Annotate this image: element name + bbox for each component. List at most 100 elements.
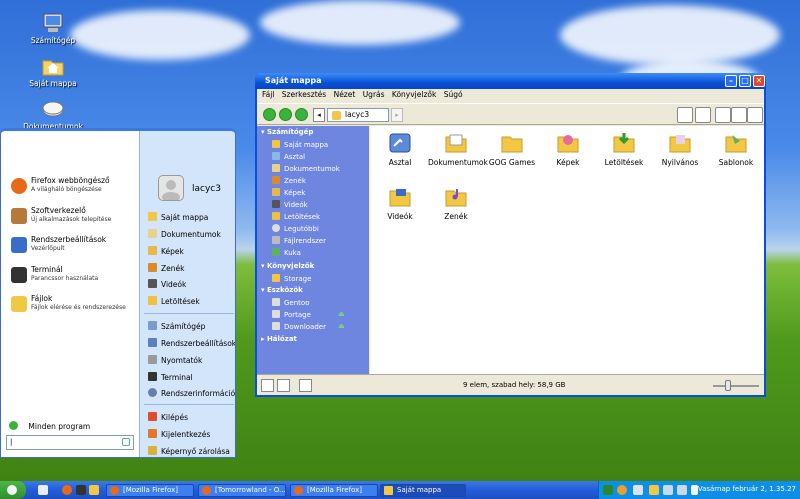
update-icon[interactable] [617, 485, 627, 495]
sidebar-item[interactable]: Legutóbbi [272, 224, 319, 233]
menu-file[interactable]: Fájl [262, 90, 274, 99]
start-button[interactable] [0, 481, 26, 499]
file-item[interactable]: Letöltések [596, 132, 652, 167]
sidebar-header-computer[interactable]: ▾ Számítógép [261, 128, 313, 136]
system-terminal[interactable]: Terminal [148, 372, 193, 386]
clock[interactable]: Vasárnap február 2, 1.35.27 [698, 485, 796, 493]
sidebar-item[interactable]: Képek [272, 188, 305, 197]
maximize-button[interactable]: □ [739, 75, 751, 87]
network-icon[interactable] [677, 485, 687, 495]
search-files-button[interactable] [695, 107, 711, 123]
file-item[interactable]: Zenék [428, 186, 484, 221]
task-file-manager[interactable]: Saját mappa [380, 484, 466, 497]
task-firefox-2[interactable]: [Tomorrowland - O... [198, 484, 286, 497]
place-pictures[interactable]: Képek [148, 246, 184, 260]
tree-view-button[interactable] [277, 379, 290, 392]
task-firefox-1[interactable]: [Mozilla Firefox] [106, 484, 194, 497]
system-info[interactable]: Rendszerinformációk [148, 388, 235, 402]
file-item[interactable]: Asztal [372, 132, 428, 167]
menu-go[interactable]: Ugrás [363, 90, 385, 99]
terminal-icon[interactable] [76, 485, 86, 495]
app-tray-icon[interactable] [603, 485, 613, 495]
zoom-slider[interactable] [713, 380, 759, 391]
app-firefox[interactable]: Firefox webböngésző A világháló böngészé… [9, 175, 137, 201]
compact-view-button[interactable] [747, 107, 763, 123]
desktop-icon-documents[interactable]: Dokumentumok [23, 98, 83, 131]
session-quit[interactable]: Kilépés [148, 412, 188, 426]
eject-icon[interactable]: ⏏ [338, 322, 345, 330]
system-settings[interactable]: Rendszerbeállítások [148, 338, 235, 352]
menu-edit[interactable]: Szerkesztés [282, 90, 326, 99]
sidebar-item[interactable]: Zenék [272, 176, 306, 185]
session-logout[interactable]: Kijelentkezés [148, 429, 210, 443]
toolbar: ◂ lacyc3 ▸ [257, 103, 764, 125]
location-button[interactable]: lacyc3 [327, 108, 389, 122]
user-icon[interactable] [663, 485, 673, 495]
app-control-panel[interactable]: Rendszerbeállítások Vezérlőpult [9, 234, 137, 260]
file-item[interactable]: Képek [540, 132, 596, 167]
app-software-manager[interactable]: Szoftverkezelő Új alkalmazások telepítés… [9, 205, 137, 231]
firefox-icon [11, 178, 27, 194]
file-item[interactable]: Dokumentumok [428, 132, 488, 167]
control-panel-icon [11, 237, 27, 253]
menu-view[interactable]: Nézet [334, 90, 356, 99]
cloud-icon[interactable] [633, 485, 643, 495]
sidebar-item[interactable]: Downloader ⏏ [272, 322, 345, 331]
search-input[interactable]: | [6, 435, 134, 450]
back-button[interactable] [263, 108, 276, 121]
place-documents[interactable]: Dokumentumok [148, 229, 221, 243]
eject-icon[interactable]: ⏏ [338, 310, 345, 318]
chevron-left-icon[interactable]: ◂ [313, 108, 325, 122]
sidebar-header-label: Eszközök [266, 286, 303, 294]
minimize-button[interactable]: – [725, 75, 737, 87]
zoom-slider-handle[interactable] [725, 380, 731, 391]
place-downloads[interactable]: Letöltések [148, 296, 200, 310]
sidebar-header-bookmarks[interactable]: ▾ Könyvjelzők [261, 262, 314, 270]
sidebar-item[interactable]: Gentoo [272, 298, 309, 307]
app-files[interactable]: Fájlok Fájlok elérése és rendszerezése [9, 293, 137, 319]
file-item[interactable]: Nyilvános [652, 132, 708, 167]
icon-view-button[interactable] [715, 107, 731, 123]
file-item[interactable]: GOG Games [484, 132, 540, 167]
chevron-right-icon[interactable]: ▸ [391, 108, 403, 122]
list-view-button[interactable] [731, 107, 747, 123]
sidebar-item[interactable]: Videók [272, 200, 308, 209]
sidebar-item[interactable]: Letöltések [272, 212, 320, 221]
show-sidebar-button[interactable] [261, 379, 274, 392]
notification-icon[interactable] [649, 485, 659, 495]
firefox-icon[interactable] [62, 485, 72, 495]
place-home[interactable]: Saját mappa [148, 212, 208, 226]
place-music[interactable]: Zenék [148, 263, 184, 277]
show-desktop-icon[interactable] [38, 485, 48, 495]
desktop-icon-home[interactable]: Saját mappa [23, 55, 83, 88]
place-videos[interactable]: Videók [148, 279, 186, 293]
desktop-icon-computer[interactable]: Számítógép [23, 12, 83, 45]
system-computer[interactable]: Számítógép [148, 321, 205, 335]
title-bar[interactable]: Saját mappa – □ ✕ [255, 73, 766, 89]
all-programs-button[interactable]: Minden program [9, 421, 90, 431]
up-button[interactable] [295, 108, 308, 121]
close-button[interactable]: ✕ [753, 75, 765, 87]
system-printers[interactable]: Nyomtatók [148, 355, 202, 369]
sidebar-item[interactable]: Portage ⏏ [272, 310, 345, 319]
sidebar-item[interactable]: Saját mappa [272, 140, 328, 149]
sidebar-item[interactable]: Dokumentumok [272, 164, 340, 173]
folder-icon[interactable] [89, 485, 99, 495]
menu-help[interactable]: Súgó [444, 90, 463, 99]
show-toolbar-button[interactable] [299, 379, 312, 392]
task-firefox-3[interactable]: [Mozilla Firefox] [290, 484, 378, 497]
new-folder-button[interactable] [677, 107, 693, 123]
menu-bookmarks[interactable]: Könyvjelzők [392, 90, 436, 99]
file-item[interactable]: Videók [372, 186, 428, 221]
app-terminal[interactable]: Terminál Parancssor használata [9, 264, 137, 290]
folder-icon [384, 486, 393, 495]
forward-button[interactable] [279, 108, 292, 121]
sidebar-item[interactable]: Fájlrendszer [272, 236, 326, 245]
sidebar-header-network[interactable]: ▸ Hálózat [261, 335, 297, 343]
sidebar-item[interactable]: Storage [272, 274, 311, 283]
file-item[interactable]: Sablonok [708, 132, 764, 167]
session-lock[interactable]: Képernyő zárolása [148, 446, 230, 457]
sidebar-item[interactable]: Kuka [272, 248, 301, 257]
sidebar-item[interactable]: Asztal [272, 152, 305, 161]
sidebar-header-devices[interactable]: ▾ Eszközök [261, 286, 303, 294]
